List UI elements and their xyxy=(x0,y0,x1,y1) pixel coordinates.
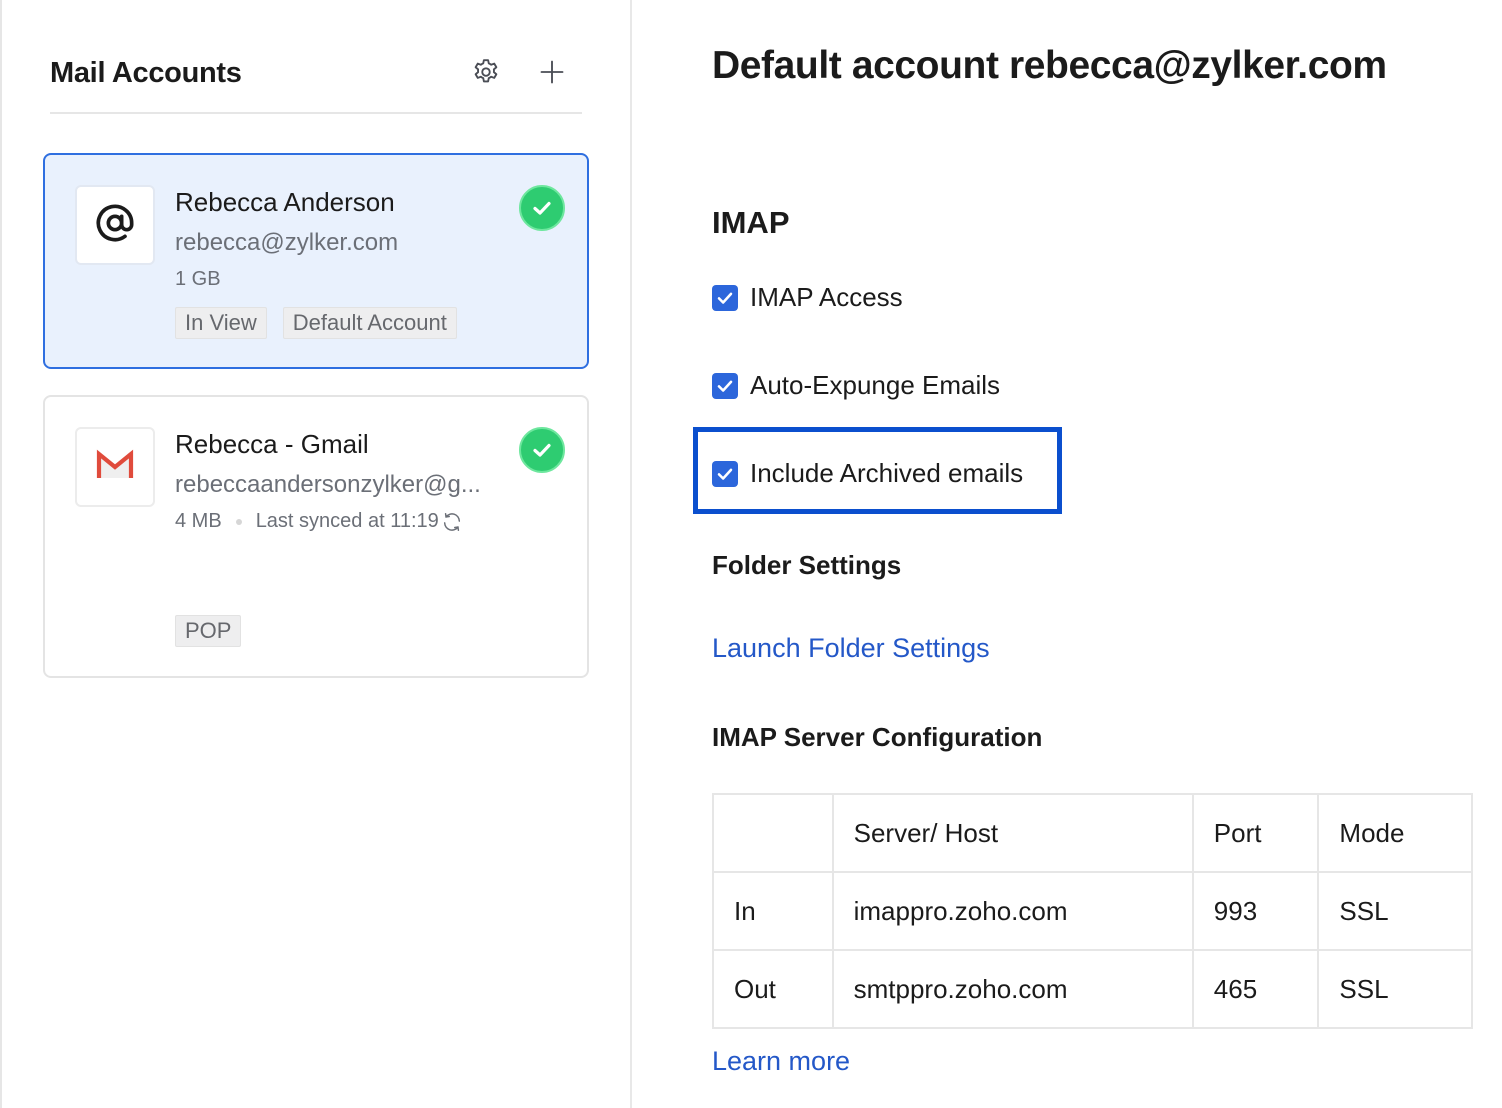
checkbox-checked-icon[interactable] xyxy=(712,372,738,399)
tag-default-account: Default Account xyxy=(282,307,457,339)
refresh-icon[interactable] xyxy=(441,511,463,533)
account-name: Rebecca - Gmail xyxy=(175,429,369,459)
column-header-mode: Mode xyxy=(1317,793,1473,873)
auto-expunge-checkbox[interactable]: Auto-Expunge Emails xyxy=(712,370,1000,401)
tag-in-view: In View xyxy=(175,307,267,339)
row-port: 465 xyxy=(1191,949,1320,1029)
account-size: 1 GB xyxy=(175,268,221,290)
mail-accounts-header: Mail Accounts xyxy=(50,50,582,114)
account-card-rebecca-gmail[interactable]: Rebecca - Gmail rebeccaandersonzylker@g.… xyxy=(43,395,589,678)
settings-button[interactable] xyxy=(468,56,504,92)
account-email: rebecca@zylker.com xyxy=(175,229,399,256)
server-config-table: Server/ Host Port Mode In imappro.zoho.c… xyxy=(712,793,1473,1029)
account-meta: 4 MB Last synced at 11:19 xyxy=(175,510,463,533)
last-synced: Last synced at 11:19 xyxy=(255,510,439,532)
plus-icon xyxy=(538,58,566,91)
account-card-rebecca-anderson[interactable]: Rebecca Anderson rebecca@zylker.com 1 GB… xyxy=(43,153,589,369)
column-header xyxy=(712,793,834,873)
folder-settings-title: Folder Settings xyxy=(712,550,902,580)
imap-access-checkbox[interactable]: IMAP Access xyxy=(712,282,903,313)
account-meta: 1 GB xyxy=(175,268,221,291)
row-host: imappro.zoho.com xyxy=(831,871,1194,951)
account-tags: In View Default Account xyxy=(175,307,457,339)
row-mode: SSL xyxy=(1317,949,1473,1029)
imap-access-label: IMAP Access xyxy=(750,282,903,312)
check-circle-icon xyxy=(519,427,565,473)
table-header-row: Server/ Host Port Mode xyxy=(712,793,1473,873)
imap-section-title: IMAP xyxy=(712,205,790,240)
account-email: rebeccaandersonzylker@g... xyxy=(175,471,481,498)
mail-accounts-title: Mail Accounts xyxy=(50,57,242,89)
row-direction: In xyxy=(712,871,834,951)
account-avatar xyxy=(75,185,155,265)
column-header-server-host: Server/ Host xyxy=(831,793,1194,873)
checkbox-checked-icon[interactable] xyxy=(712,460,738,487)
check-circle-icon xyxy=(519,185,565,231)
tag-pop: POP xyxy=(175,615,242,647)
row-direction: Out xyxy=(712,949,834,1029)
account-settings-panel: Default account rebecca@zylker.com IMAP … xyxy=(632,0,1502,1108)
page-title: Default account rebecca@zylker.com xyxy=(712,44,1387,87)
table-row: Out smtppro.zoho.com 465 SSL xyxy=(712,949,1473,1029)
at-sign-icon xyxy=(95,203,135,248)
account-tags: POP xyxy=(175,615,242,647)
table-row: In imappro.zoho.com 993 SSL xyxy=(712,871,1473,951)
gear-icon xyxy=(471,57,501,92)
auto-expunge-label: Auto-Expunge Emails xyxy=(750,370,1001,400)
account-size: 4 MB xyxy=(175,510,222,532)
mail-accounts-panel: Mail Accounts Rebecca Anderson rebecca@z… xyxy=(0,0,630,1108)
include-archived-label: Include Archived emails xyxy=(750,458,1024,488)
checkbox-checked-icon[interactable] xyxy=(712,284,738,311)
row-mode: SSL xyxy=(1317,871,1473,951)
row-host: smtppro.zoho.com xyxy=(831,949,1194,1029)
server-config-title: IMAP Server Configuration xyxy=(712,722,1043,752)
separator-dot xyxy=(235,518,242,525)
add-account-button[interactable] xyxy=(534,56,570,92)
account-name: Rebecca Anderson xyxy=(175,187,395,217)
launch-folder-settings-link[interactable]: Launch Folder Settings xyxy=(712,633,990,664)
learn-more-link[interactable]: Learn more xyxy=(712,1046,850,1077)
row-port: 993 xyxy=(1191,871,1320,951)
include-archived-checkbox[interactable]: Include Archived emails xyxy=(712,458,1023,489)
gmail-icon xyxy=(94,448,136,487)
account-avatar xyxy=(75,427,155,507)
column-header-port: Port xyxy=(1191,793,1320,873)
